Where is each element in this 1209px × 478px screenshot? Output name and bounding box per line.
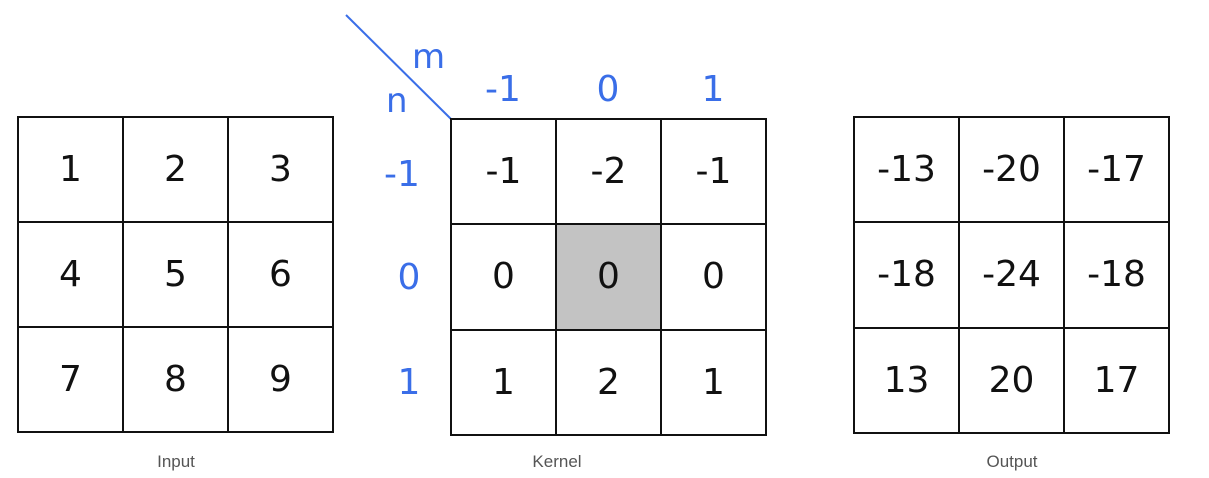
kernel-cell: 2 xyxy=(557,330,662,436)
input-cell: 5 xyxy=(124,223,229,328)
output-cell: 17 xyxy=(1065,328,1170,434)
input-cell: 4 xyxy=(19,223,124,328)
input-matrix: 1 2 3 4 5 6 7 8 9 xyxy=(17,116,334,433)
output-cell: -18 xyxy=(855,223,960,329)
row-index-0: 0 xyxy=(397,257,421,298)
kernel-cell: -2 xyxy=(557,120,662,226)
output-cell: -20 xyxy=(960,118,1065,224)
kernel-cell: 0 xyxy=(452,225,557,331)
kernel-caption: Kernel xyxy=(532,452,582,471)
kernel-cell: 0 xyxy=(662,225,767,331)
kernel-cell: 1 xyxy=(452,330,557,436)
output-cell: -13 xyxy=(855,118,960,224)
output-cell: -24 xyxy=(960,223,1065,329)
output-cell: -18 xyxy=(1065,223,1170,329)
kernel-cell: 1 xyxy=(662,330,767,436)
input-cell: 2 xyxy=(124,118,229,223)
column-axis-label-m: m xyxy=(412,37,446,77)
row-axis-label-n: n xyxy=(386,81,408,121)
kernel-center-cell: 0 xyxy=(557,225,662,331)
input-cell: 6 xyxy=(229,223,334,328)
output-cell: 13 xyxy=(855,328,960,434)
output-cell: 20 xyxy=(960,328,1065,434)
output-matrix: -13 -20 -17 -18 -24 -18 13 20 17 xyxy=(853,116,1170,434)
input-cell: 7 xyxy=(19,328,124,433)
input-cell: 1 xyxy=(19,118,124,223)
column-index-1: 1 xyxy=(701,69,725,110)
row-index-neg1: -1 xyxy=(384,154,420,195)
kernel-cell: -1 xyxy=(662,120,767,226)
kernel-cell: -1 xyxy=(452,120,557,226)
column-index-neg1: -1 xyxy=(485,69,521,110)
input-caption: Input xyxy=(157,452,195,471)
input-cell: 8 xyxy=(124,328,229,433)
column-index-0: 0 xyxy=(596,69,620,110)
output-caption: Output xyxy=(986,452,1038,471)
input-cell: 9 xyxy=(229,328,334,433)
kernel-matrix: -1 -2 -1 0 0 0 1 2 1 xyxy=(450,118,767,436)
row-index-1: 1 xyxy=(397,362,421,403)
input-cell: 3 xyxy=(229,118,334,223)
output-cell: -17 xyxy=(1065,118,1170,224)
